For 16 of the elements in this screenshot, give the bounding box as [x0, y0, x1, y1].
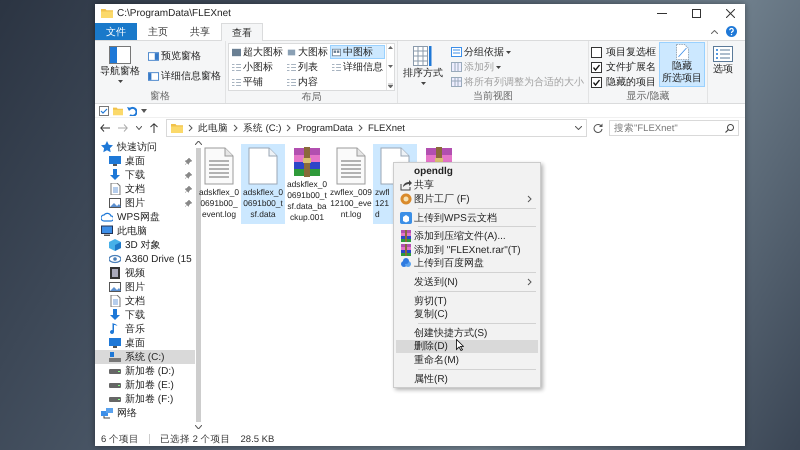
- status-text: 已选择 2 个项目: [160, 432, 230, 446]
- group-label: 布局: [300, 91, 322, 103]
- window-title: C:\ProgramData\FLEXnet: [117, 8, 231, 18]
- checkbox-label: 文件扩展名: [606, 60, 656, 74]
- group-label: 当前视图: [472, 90, 514, 103]
- file-name: adskflex_0 0691b00_ event.log: [198, 187, 240, 220]
- status-text: 28.5 KB: [240, 434, 274, 444]
- checkbox-label: 隐藏的项目: [606, 76, 656, 89]
- file-name: zwfl 121 d: [374, 187, 390, 220]
- file-name: zwflex_009 12100_eve nt.log: [330, 187, 372, 220]
- checkbox-label: 项目复选框: [606, 46, 656, 59]
- file-name: adskflex_0 0691b00_t sf.data: [242, 187, 284, 220]
- file-name: adskflex_0 0691b00_t sf.data_ba ckup.001: [286, 179, 328, 223]
- group-label: 窗格: [149, 90, 171, 103]
- group-label: 显示/隐藏: [626, 90, 670, 103]
- status-text: 6 个项目: [101, 432, 139, 446]
